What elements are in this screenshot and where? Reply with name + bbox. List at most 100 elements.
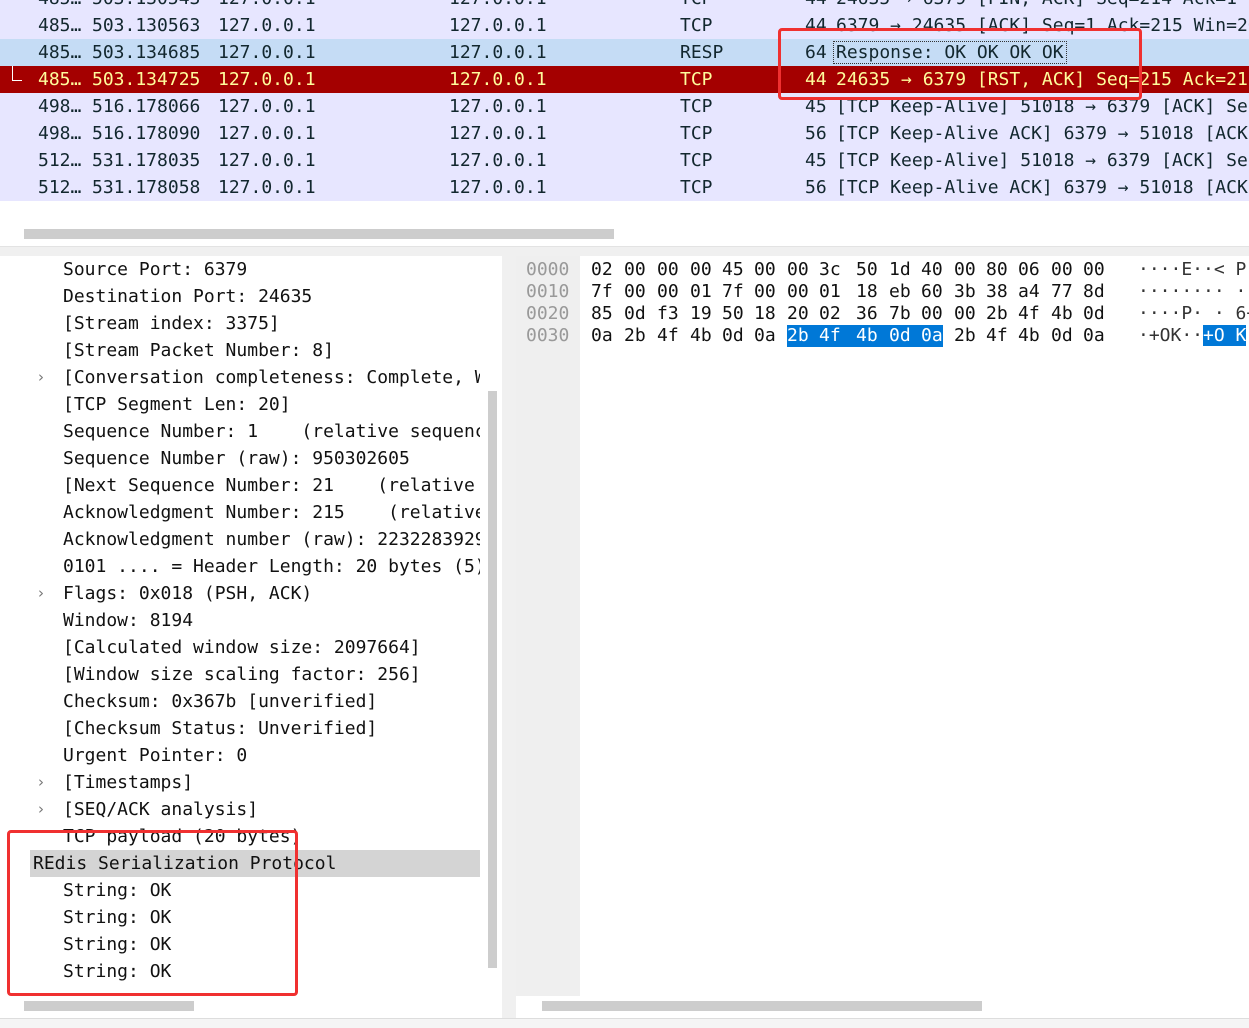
hex-byte[interactable]: 2b xyxy=(986,303,1008,325)
hex-byte[interactable]: 2b xyxy=(954,325,976,347)
hex-byte[interactable]: 00 xyxy=(1051,259,1073,281)
hex-byte[interactable]: 4b xyxy=(1018,325,1040,347)
detail-tree-item[interactable]: Checksum: 0x367b [unverified] xyxy=(0,688,480,715)
hex-row[interactable]: 0030 0a 2b 4f 4b 0d 0a 2b 4f 4b 0d 0a 2b 4f 4b 0d 0a ·+OK… xyxy=(516,325,1249,347)
detail-tree-item[interactable]: › Flags: 0x018 (PSH, ACK) xyxy=(0,580,480,607)
hex-byte[interactable]: 4f xyxy=(986,325,1008,347)
hex-byte[interactable]: 00 xyxy=(954,303,976,325)
detail-tree-item[interactable]: [Stream Packet Number: 8] xyxy=(0,337,480,364)
hex-byte[interactable]: 00 xyxy=(1083,259,1105,281)
hex-byte[interactable]: 7b xyxy=(889,303,911,325)
details-horizontal-scrollbar[interactable] xyxy=(0,996,502,1016)
packet-row[interactable]: 498… 516.178066 127.0.0.1 127.0.0.1 TCP 45 [TC… xyxy=(0,93,1249,120)
detail-tree-item[interactable]: Destination Port: 24635 xyxy=(0,283,480,310)
detail-tree-item[interactable]: [Calculated window size: 2097664] xyxy=(0,634,480,661)
hex-row[interactable]: 0000 02 00 00 00 45 00 00 3c 50 1d 40 00 80 06 00 00 ····… xyxy=(516,259,1249,281)
hex-byte[interactable]: 45 xyxy=(722,259,744,281)
hex-byte[interactable]: 2b xyxy=(624,325,646,347)
packet-row[interactable]: 512… 531.178058 127.0.0.1 127.0.0.1 TCP 56 [TC… xyxy=(0,174,1249,201)
hex-byte[interactable]: eb xyxy=(889,281,911,303)
hex-byte[interactable]: 50 xyxy=(856,259,878,281)
ascii-dump[interactable]: ·+OK··+O K xyxy=(1138,325,1247,347)
packet-row[interactable]: 485… 503.130563 127.0.0.1 127.0.0.1 TCP 44 637… xyxy=(0,12,1249,39)
detail-tree-item[interactable]: 0101 .... = Header Length: 20 bytes (5) xyxy=(0,553,480,580)
hex-byte[interactable]: 18 xyxy=(856,281,878,303)
hex-byte[interactable]: 00 xyxy=(921,303,943,325)
hex-byte[interactable]: 8d xyxy=(1083,281,1105,303)
hex-byte[interactable]: 19 xyxy=(690,303,712,325)
hex-byte[interactable]: 00 xyxy=(954,259,976,281)
detail-tree-item[interactable]: Acknowledgment number (raw): 2232283929 xyxy=(0,526,480,553)
hex-byte[interactable]: 4b xyxy=(1051,303,1073,325)
hex-byte[interactable]: 0d xyxy=(1051,325,1073,347)
detail-tree-item[interactable]: Window: 8194 xyxy=(0,607,480,634)
detail-tree-item[interactable]: String: OK xyxy=(0,958,480,985)
hex-byte[interactable]: 0d xyxy=(1083,303,1105,325)
detail-tree-item[interactable]: String: OK xyxy=(0,877,480,904)
hex-byte[interactable]: 80 xyxy=(986,259,1008,281)
hex-byte[interactable]: 0a xyxy=(921,325,943,347)
packet-row[interactable]: 485… 503.134685 127.0.0.1 127.0.0.1 RESP 64 Re… xyxy=(0,39,1249,66)
scrollbar-thumb[interactable] xyxy=(24,1001,194,1011)
detail-tree-item[interactable]: › [Timestamps] xyxy=(0,769,480,796)
hex-byte[interactable]: 00 xyxy=(754,281,776,303)
hex-byte[interactable]: 01 xyxy=(819,281,841,303)
detail-tree-item[interactable]: Sequence Number (raw): 950302605 xyxy=(0,445,480,472)
hex-byte[interactable]: 18 xyxy=(754,303,776,325)
hex-byte[interactable]: 02 xyxy=(591,259,613,281)
hex-byte[interactable]: 4f xyxy=(819,325,856,347)
hex-byte[interactable]: 0d xyxy=(624,303,646,325)
detail-tree-item[interactable]: [Stream index: 3375] xyxy=(0,310,480,337)
packet-list-horizontal-scrollbar[interactable] xyxy=(0,222,1249,246)
packet-row[interactable]: 512… 531.178035 127.0.0.1 127.0.0.1 TCP 45 [TC… xyxy=(0,147,1249,174)
hex-byte[interactable]: 7f xyxy=(591,281,613,303)
detail-tree-item[interactable]: [Next Sequence Number: 21 (relative xyxy=(0,472,480,499)
hex-row[interactable]: 0020 85 0d f3 19 50 18 20 02 36 7b 00 00 2b 4f 4b 0d ····… xyxy=(516,303,1249,325)
hex-byte[interactable]: 02 xyxy=(819,303,841,325)
hex-byte[interactable]: 40 xyxy=(921,259,943,281)
detail-tree-item[interactable]: Urgent Pointer: 0 xyxy=(0,742,480,769)
hex-byte[interactable]: 7f xyxy=(722,281,744,303)
packet-row[interactable]: 485… 503.134725 127.0.0.1 127.0.0.1 TCP 44 246… xyxy=(0,66,1249,93)
detail-tree-item[interactable]: Acknowledgment Number: 215 (relative xyxy=(0,499,480,526)
hex-row[interactable]: 0010 7f 00 00 01 7f 00 00 01 18 eb 60 3b 38 a4 77 8d ····… xyxy=(516,281,1249,303)
ascii-dump[interactable]: ····E··< P xyxy=(1138,259,1246,281)
pane-splitter-vertical[interactable] xyxy=(502,256,516,1027)
scrollbar-thumb[interactable] xyxy=(24,229,614,239)
expand-arrow-icon[interactable]: › xyxy=(38,796,44,823)
detail-tree-item[interactable]: › [SEQ/ACK analysis] xyxy=(0,796,480,823)
details-vertical-scrollbar[interactable] xyxy=(486,265,498,985)
detail-tree-item[interactable]: [TCP Segment Len: 20] xyxy=(0,391,480,418)
ascii-dump[interactable]: ····P· · 6+ xyxy=(1138,303,1249,325)
hex-byte[interactable]: 00 xyxy=(690,259,712,281)
hex-byte[interactable]: 00 xyxy=(624,259,646,281)
hex-byte[interactable]: 3b xyxy=(954,281,976,303)
hex-byte[interactable]: 4f xyxy=(1018,303,1040,325)
expand-arrow-icon[interactable]: › xyxy=(38,580,44,607)
hex-byte[interactable]: 4b xyxy=(856,325,889,347)
hex-byte[interactable]: 20 xyxy=(787,303,809,325)
hex-byte[interactable]: 00 xyxy=(657,259,679,281)
detail-tree-item[interactable]: Sequence Number: 1 (relative sequenc xyxy=(0,418,480,445)
detail-tree-item[interactable]: ✓REdis Serialization Protocol xyxy=(30,850,480,877)
expand-arrow-icon[interactable]: › xyxy=(38,364,44,391)
detail-tree-item[interactable]: String: OK xyxy=(0,931,480,958)
detail-tree-item[interactable]: › [Conversation completeness: Complete, W xyxy=(0,364,480,391)
packet-row[interactable]: 485… 503.130543 127.0.0.1 127.0.0.1 TCP 44 246… xyxy=(0,0,1249,12)
ascii-dump[interactable]: ········ ·· xyxy=(1138,281,1249,303)
hex-byte[interactable]: 4b xyxy=(690,325,712,347)
packet-row[interactable]: 498… 516.178090 127.0.0.1 127.0.0.1 TCP 56 [TC… xyxy=(0,120,1249,147)
scrollbar-thumb[interactable] xyxy=(542,1001,982,1011)
hex-byte[interactable]: 0d xyxy=(722,325,744,347)
hex-byte[interactable]: 77 xyxy=(1051,281,1073,303)
hex-byte[interactable]: 0a xyxy=(1083,325,1105,347)
hex-byte[interactable]: 4f xyxy=(657,325,679,347)
packet-bytes-pane[interactable]: 0000 02 00 00 00 45 00 00 3c 50 1d 40 00 80 06 00 00 ····… xyxy=(516,256,1249,1027)
hex-byte[interactable]: 2b xyxy=(787,325,819,347)
hex-byte[interactable]: 85 xyxy=(591,303,613,325)
hex-byte[interactable]: 00 xyxy=(754,259,776,281)
hex-byte[interactable]: 00 xyxy=(624,281,646,303)
hex-byte[interactable]: 01 xyxy=(690,281,712,303)
hex-byte[interactable]: 0d xyxy=(889,325,921,347)
hex-byte[interactable]: 00 xyxy=(657,281,679,303)
